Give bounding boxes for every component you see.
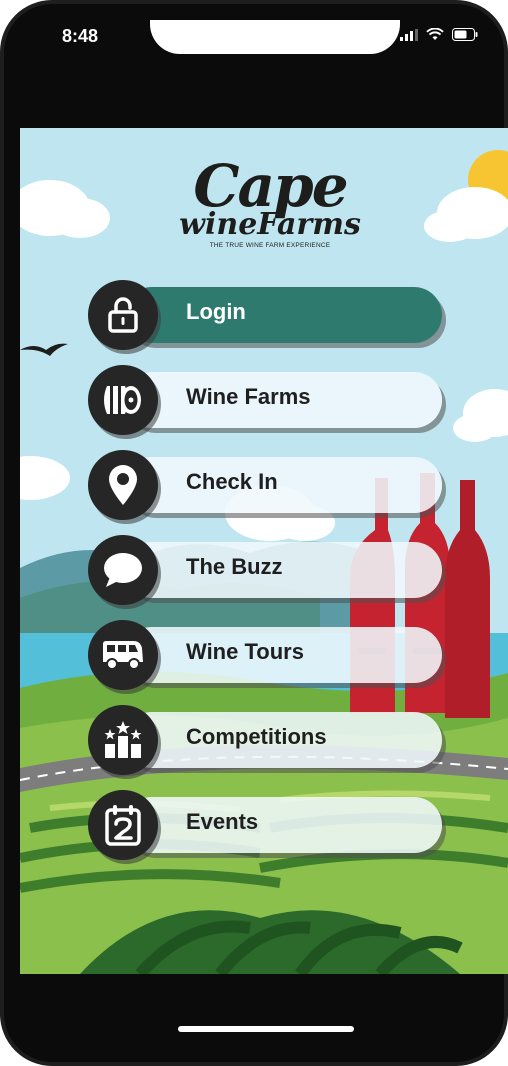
menu-item-wine-tours[interactable]: Wine Tours [88,620,444,690]
notch [150,20,400,54]
unlock-icon [88,280,158,350]
menu-item-login[interactable]: Login [88,280,444,350]
menu-label: Wine Tours [186,639,304,664]
menu-item-the-buzz[interactable]: The Buzz [88,535,444,605]
calendar-icon [88,790,158,860]
menu-label: The Buzz [186,554,283,579]
menu-pill [124,457,442,513]
menu-pill [124,542,442,598]
menu-label: Login [186,299,246,324]
menu-item-check-in[interactable]: Check In [88,450,444,520]
app-screen: Cape wineFarms THE TRUE WINE FARM EXPERI… [20,128,508,974]
wifi-icon [426,28,444,40]
menu-label: Competitions [186,724,327,749]
status-time: 8:48 [62,26,99,46]
signal-icon [400,28,418,41]
menu-label: Events [186,809,259,834]
barrel-icon [88,365,158,435]
menu-pill [124,287,442,343]
van-icon [88,620,158,690]
status-icons [400,28,478,41]
menu-label: Check In [186,469,278,494]
chat-bubble-icon [88,535,158,605]
menu-label: Wine Farms [186,384,311,409]
home-indicator[interactable] [178,1026,354,1032]
main-menu: Login Wine Farms Check In The Buzz Wine … [20,128,508,974]
podium-icon [88,705,158,775]
status-bar: 8:48 [20,20,488,60]
battery-icon [452,28,478,41]
menu-item-events[interactable]: Events [88,790,444,860]
phone-mockup: 8:48 Cape wineFarms THE TRUE WINE FARM E… [0,0,508,1066]
menu-item-competitions[interactable]: Competitions [88,705,444,775]
menu-pill [124,797,442,853]
location-pin-icon [88,450,158,520]
menu-item-wine-farms[interactable]: Wine Farms [88,365,444,435]
